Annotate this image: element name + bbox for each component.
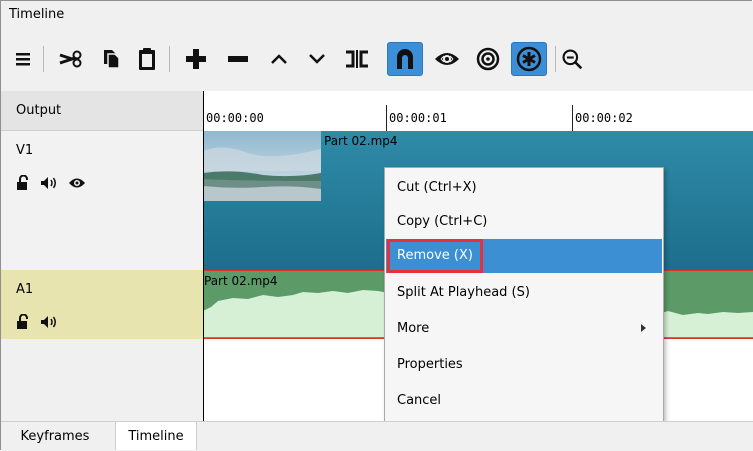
menu-item-label: Properties (397, 357, 463, 372)
toolbar-separator (555, 46, 556, 72)
menu-icon[interactable] (11, 42, 35, 76)
menu-item-cut[interactable]: Cut (Ctrl+X) (386, 171, 662, 205)
v1-track-header[interactable]: V1 (1, 131, 203, 270)
a1-label: A1 (16, 282, 34, 297)
zoom-out-icon[interactable] (561, 42, 583, 76)
menu-item-more[interactable]: More (386, 312, 662, 346)
bottom-tab-bar: Keyframes Timeline (1, 421, 753, 451)
hide-video-icon[interactable] (68, 176, 86, 193)
playhead[interactable] (203, 91, 204, 421)
menu-item-copy[interactable]: Copy (Ctrl+C) (386, 205, 662, 239)
context-menu: Cut (Ctrl+X) Copy (Ctrl+C) Remove (X) Sp… (384, 167, 664, 422)
toolbar-separator (43, 46, 44, 72)
v1-track-controls (16, 174, 86, 194)
paste-icon[interactable] (133, 42, 161, 76)
window-title: Timeline (9, 7, 65, 22)
submenu-arrow-icon (641, 324, 646, 332)
output-label: Output (16, 103, 62, 118)
lock-icon[interactable] (16, 313, 30, 333)
append-icon[interactable] (179, 42, 213, 76)
cut-icon[interactable] (55, 42, 89, 76)
ruler-tick (572, 105, 573, 131)
audio-clip-name: Part 02.mp4 (204, 274, 278, 288)
overwrite-icon[interactable] (301, 42, 333, 76)
ruler-tick (386, 105, 387, 131)
title-bar: Timeline (1, 1, 753, 28)
menu-item-label: Cancel (397, 393, 442, 408)
ripple-all-icon[interactable] (511, 42, 547, 76)
remove-icon[interactable] (221, 42, 255, 76)
menu-item-label: Copy (Ctrl+C) (397, 214, 488, 229)
mute-audio-icon[interactable] (40, 315, 58, 332)
menu-item-label: Cut (Ctrl+X) (397, 180, 477, 195)
ruler-tick-label: 00:00:00 (206, 111, 264, 125)
copy-icon[interactable] (97, 42, 125, 76)
tab-label: Timeline (128, 428, 184, 444)
tab-timeline[interactable]: Timeline (115, 422, 197, 450)
video-clip-name: Part 02.mp4 (324, 134, 398, 148)
ripple-icon[interactable] (471, 42, 505, 76)
scrub-icon[interactable] (429, 42, 465, 76)
snap-icon[interactable] (387, 42, 423, 76)
menu-item-cancel[interactable]: Cancel (386, 384, 662, 418)
tab-label: Keyframes (20, 428, 90, 444)
menu-item-properties[interactable]: Properties (386, 348, 662, 382)
output-header[interactable]: Output (1, 91, 203, 131)
ruler-tick-label: 00:00:01 (389, 111, 447, 125)
menu-item-split-at-playhead[interactable]: Split At Playhead (S) (386, 276, 662, 310)
toolbar (1, 28, 753, 91)
highlight-box (387, 239, 483, 273)
a1-track-header[interactable]: A1 (1, 270, 203, 339)
timeline-ruler[interactable]: 00:00:00 00:00:01 00:00:02 (203, 91, 753, 132)
toolbar-separator (169, 46, 170, 72)
empty-track-area (1, 339, 203, 421)
menu-item-label: More (397, 321, 430, 336)
split-icon[interactable] (339, 42, 375, 76)
a1-track-controls (16, 313, 58, 333)
v1-label: V1 (16, 143, 34, 158)
lift-icon[interactable] (263, 42, 295, 76)
mute-audio-icon[interactable] (40, 176, 58, 193)
clip-thumbnail (203, 131, 321, 201)
tab-keyframes[interactable]: Keyframes (1, 422, 109, 450)
ruler-tick-label: 00:00:02 (575, 111, 633, 125)
menu-item-label: Split At Playhead (S) (397, 285, 530, 300)
lock-icon[interactable] (16, 174, 30, 194)
